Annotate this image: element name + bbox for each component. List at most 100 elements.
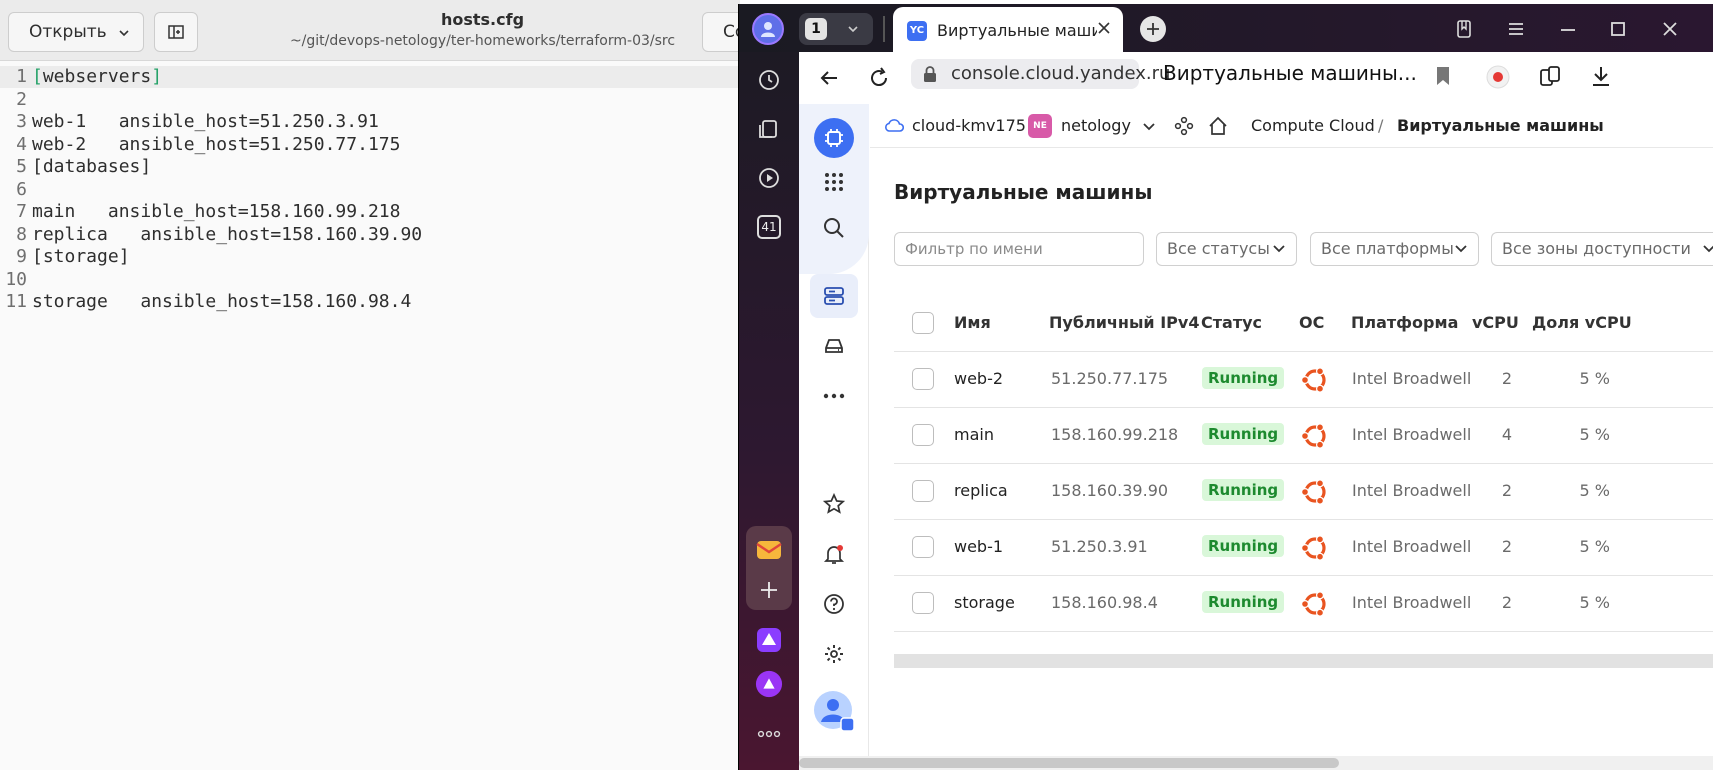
code-line[interactable]: 3 web-1 ansible_host=51.250.3.91 xyxy=(0,111,740,133)
tab-virtual-machines[interactable]: YC Виртуальные машины xyxy=(893,7,1123,52)
line-number: 10 xyxy=(5,268,27,290)
code-line[interactable]: 10 xyxy=(0,269,740,291)
collections-icon[interactable] xyxy=(755,115,783,143)
close-icon[interactable] xyxy=(1095,19,1113,37)
alice-icon[interactable] xyxy=(755,670,783,698)
record-icon[interactable] xyxy=(1485,64,1511,90)
editor-text-area[interactable]: 1 [webservers] 2 3 web-1 ansible_host=51.250… xyxy=(0,62,740,770)
gear-icon[interactable] xyxy=(820,640,848,668)
star-icon[interactable] xyxy=(820,490,848,518)
table-row[interactable]: replica 158.160.39.90 Running Intel Broadwe… xyxy=(894,464,1713,520)
avatar[interactable] xyxy=(813,690,855,732)
breadcrumb-cloud[interactable]: cloud-kmv175 xyxy=(912,116,1026,135)
table-row[interactable]: web-1 51.250.3.91 Running Intel Broadwell 2 5… xyxy=(894,520,1713,576)
open-button[interactable]: Открыть xyxy=(8,12,144,52)
virtual-machines-icon[interactable] xyxy=(820,282,848,310)
breadcrumb-folder[interactable]: netology xyxy=(1061,116,1131,135)
table-row[interactable]: web-2 51.250.77.175 Running Intel Broadwell… xyxy=(894,352,1713,408)
all-services-icon[interactable] xyxy=(820,168,848,196)
vm-name[interactable]: web-1 xyxy=(954,537,1003,556)
code-line[interactable]: 5 [databases] xyxy=(0,156,740,178)
row-checkbox[interactable] xyxy=(912,424,934,446)
add-panel-icon[interactable] xyxy=(755,576,783,604)
code-line[interactable]: 7 main ansible_host=158.160.99.218 xyxy=(0,201,740,223)
close-window-icon[interactable] xyxy=(1659,18,1681,40)
line-number: 7 xyxy=(16,201,27,222)
service-tree-icon[interactable] xyxy=(1174,116,1194,136)
vm-platform: Intel Broadwell xyxy=(1352,481,1472,500)
vm-vcpu-fraction: 5 % xyxy=(1579,369,1610,388)
code-line[interactable]: 1 [webservers] xyxy=(0,66,740,88)
row-checkbox[interactable] xyxy=(912,592,934,614)
column-header-platform[interactable]: Платформа xyxy=(1351,313,1458,332)
home-icon[interactable] xyxy=(1207,115,1229,137)
table-row[interactable]: main 158.160.99.218 Running Intel Broadwell… xyxy=(894,408,1713,464)
new-tab-icon xyxy=(168,25,184,39)
vm-vcpu: 4 xyxy=(1501,425,1512,444)
address-bar[interactable]: console.cloud.yandex.ru xyxy=(911,59,1170,89)
vm-name[interactable]: main xyxy=(954,425,994,444)
page-scrollbar-thumb[interactable] xyxy=(799,758,1339,768)
code-line[interactable]: 8 replica ansible_host=158.160.39.90 xyxy=(0,224,740,246)
ubuntu-icon xyxy=(1300,533,1330,567)
mail-icon[interactable] xyxy=(755,536,783,564)
tab-counter-button[interactable]: 1 xyxy=(799,13,873,45)
line-text: [storage] xyxy=(32,246,130,267)
bookmark-icon[interactable] xyxy=(1433,64,1453,88)
column-header-vcpu[interactable]: vCPU xyxy=(1472,313,1519,332)
line-number: 11 xyxy=(5,291,27,312)
video-icon[interactable] xyxy=(755,164,783,192)
code-line[interactable]: 4 web-2 ansible_host=51.250.77.175 xyxy=(0,134,740,156)
minimize-icon[interactable] xyxy=(1557,18,1579,40)
extensions-icon[interactable] xyxy=(1537,64,1563,90)
search-icon[interactable] xyxy=(820,214,848,242)
table-row[interactable]: storage 158.160.98.4 Running Intel Broadwel… xyxy=(894,576,1713,632)
zone-filter-select[interactable]: Все зоны доступности xyxy=(1491,232,1713,266)
compute-service-button[interactable] xyxy=(814,118,854,158)
vm-platform: Intel Broadwell xyxy=(1352,537,1472,556)
vm-name[interactable]: storage xyxy=(954,593,1015,612)
calendar-badge[interactable]: 41 xyxy=(757,215,781,239)
page-scrollbar[interactable] xyxy=(799,756,1713,770)
row-checkbox[interactable] xyxy=(912,536,934,558)
bell-icon[interactable] xyxy=(820,540,848,568)
column-header-os[interactable]: ОС xyxy=(1299,313,1324,332)
profile-avatar[interactable] xyxy=(752,13,784,45)
code-line[interactable]: 2 xyxy=(0,89,740,111)
column-header-status[interactable]: Статус xyxy=(1201,313,1262,332)
code-line[interactable]: 11 storage ansible_host=158.160.98.4 xyxy=(0,291,740,313)
vm-name[interactable]: web-2 xyxy=(954,369,1003,388)
breadcrumb-service[interactable]: Compute Cloud xyxy=(1251,116,1375,135)
row-checkbox[interactable] xyxy=(912,480,934,502)
maximize-icon[interactable] xyxy=(1607,18,1629,40)
row-checkbox[interactable] xyxy=(912,368,934,390)
download-icon[interactable] xyxy=(1589,64,1613,88)
more-icon[interactable] xyxy=(820,382,848,410)
chevron-down-icon[interactable] xyxy=(1142,120,1156,134)
history-icon[interactable] xyxy=(755,66,783,94)
page-content: cloud-kmv175 NE netology Compute Cloud /… xyxy=(799,104,1713,770)
more-icon[interactable] xyxy=(755,720,783,748)
disks-icon[interactable] xyxy=(820,332,848,360)
column-header-vcpu-fraction[interactable]: Доля vCPU xyxy=(1532,313,1632,332)
column-header-ip[interactable]: Публичный IPv4 xyxy=(1049,313,1199,332)
table-scrollbar[interactable] xyxy=(894,654,1713,668)
line-number: 9 xyxy=(16,246,27,267)
bookmarks-panel-icon[interactable] xyxy=(1453,18,1475,40)
select-all-checkbox[interactable] xyxy=(912,312,934,334)
platform-filter-select[interactable]: Все платформы xyxy=(1310,232,1479,266)
reload-icon[interactable] xyxy=(867,66,891,90)
column-header-name[interactable]: Имя xyxy=(954,313,991,332)
code-line[interactable]: 9 [storage] xyxy=(0,246,740,268)
new-tab-button[interactable] xyxy=(1140,16,1166,42)
messenger-icon[interactable] xyxy=(755,626,783,654)
yandex-cloud-favicon: YC xyxy=(907,21,927,41)
vm-name[interactable]: replica xyxy=(954,481,1008,500)
help-icon[interactable] xyxy=(820,590,848,618)
new-document-button[interactable] xyxy=(154,12,198,52)
menu-icon[interactable] xyxy=(1505,18,1527,40)
name-filter-input[interactable]: Фильтр по имени xyxy=(894,232,1144,266)
status-filter-select[interactable]: Все статусы xyxy=(1156,232,1297,266)
code-line[interactable]: 6 xyxy=(0,179,740,201)
back-icon[interactable] xyxy=(817,66,841,90)
